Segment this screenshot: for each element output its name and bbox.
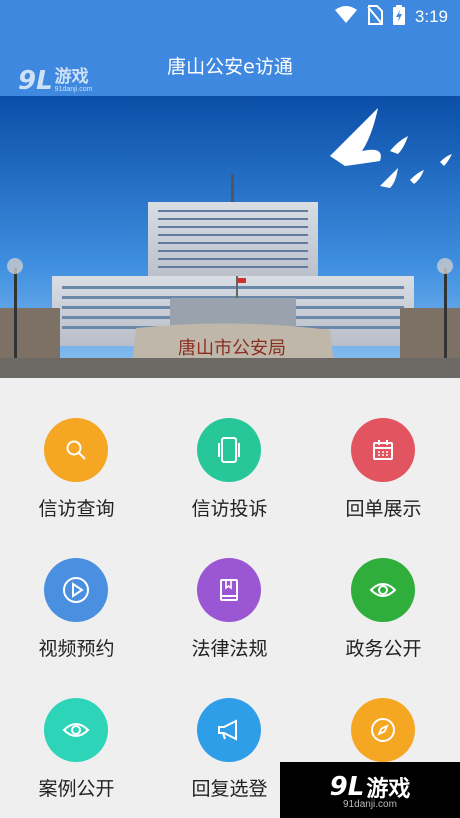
menu-icon-bg xyxy=(197,698,261,762)
status-bar: 3:19 xyxy=(0,0,460,34)
book-icon xyxy=(220,579,238,601)
menu-icon-bg xyxy=(197,558,261,622)
eye-icon xyxy=(369,583,397,597)
menu-item-label: 案例公开 xyxy=(38,778,115,800)
watermark-number: 9L xyxy=(18,66,53,96)
watermark-domain: 91danji.com xyxy=(343,798,397,810)
banner-image[interactable]: 唐山市公安局 xyxy=(0,96,460,378)
menu-item-petition-complaint[interactable]: 信访投诉 xyxy=(153,378,306,520)
menu-item-label: 法律法规 xyxy=(191,638,268,660)
eye-icon xyxy=(62,723,90,737)
menu-icon-bg xyxy=(44,698,108,762)
menu-item-government-affairs[interactable]: 政务公开 xyxy=(307,518,460,660)
menu-item-video-appointment[interactable]: 视频预约 xyxy=(0,518,153,660)
watermark-number: 9L xyxy=(329,771,365,802)
sign-text: 唐山市公安局 xyxy=(178,338,286,359)
menu-item-label: 回单展示 xyxy=(345,498,422,520)
wifi-icon xyxy=(334,6,357,28)
watermark-logo-top: 9L 游戏 91danji.com xyxy=(18,66,92,96)
calendar-icon xyxy=(373,440,393,460)
status-time: 3:19 xyxy=(414,7,448,26)
menu-icon-bg xyxy=(351,698,415,762)
menu-item-petition-query[interactable]: 信访查询 xyxy=(0,378,153,520)
menu-item-label: 信访查询 xyxy=(38,498,115,520)
megaphone-icon xyxy=(218,719,237,741)
menu-item-label: 政务公开 xyxy=(345,638,422,660)
menu-item-case-disclosure[interactable]: 案例公开 xyxy=(0,658,153,800)
battery-charging-icon xyxy=(392,5,405,29)
menu-grid: 信访查询 信访投诉 回单展示 视频预约 法律法规 政务公开 案例公开 回复选登 xyxy=(0,378,460,818)
menu-item-label: 信访投诉 xyxy=(191,498,268,520)
menu-icon-bg xyxy=(351,558,415,622)
search-icon xyxy=(66,440,86,460)
menu-icon-bg xyxy=(197,418,261,482)
menu-item-receipt-display[interactable]: 回单展示 xyxy=(307,378,460,520)
menu-item-laws-regulations[interactable]: 法律法规 xyxy=(153,518,306,660)
play-icon xyxy=(63,577,89,603)
menu-icon-bg xyxy=(44,418,108,482)
menu-icon-bg xyxy=(351,418,415,482)
watermark-text: 游戏 xyxy=(54,67,89,87)
status-icons: 3:19 xyxy=(334,5,448,29)
menu-item-label: 视频预约 xyxy=(38,638,115,660)
watermark-domain: 91danji.com xyxy=(54,86,93,93)
building-illustration: 唐山市公安局 xyxy=(0,96,460,378)
no-sim-icon xyxy=(367,5,383,29)
menu-icon-bg xyxy=(44,558,108,622)
watermark-logo-bottom: 9L 游戏 91danji.com xyxy=(280,762,460,818)
compass-icon xyxy=(371,718,395,742)
phone-device-icon xyxy=(218,437,240,463)
